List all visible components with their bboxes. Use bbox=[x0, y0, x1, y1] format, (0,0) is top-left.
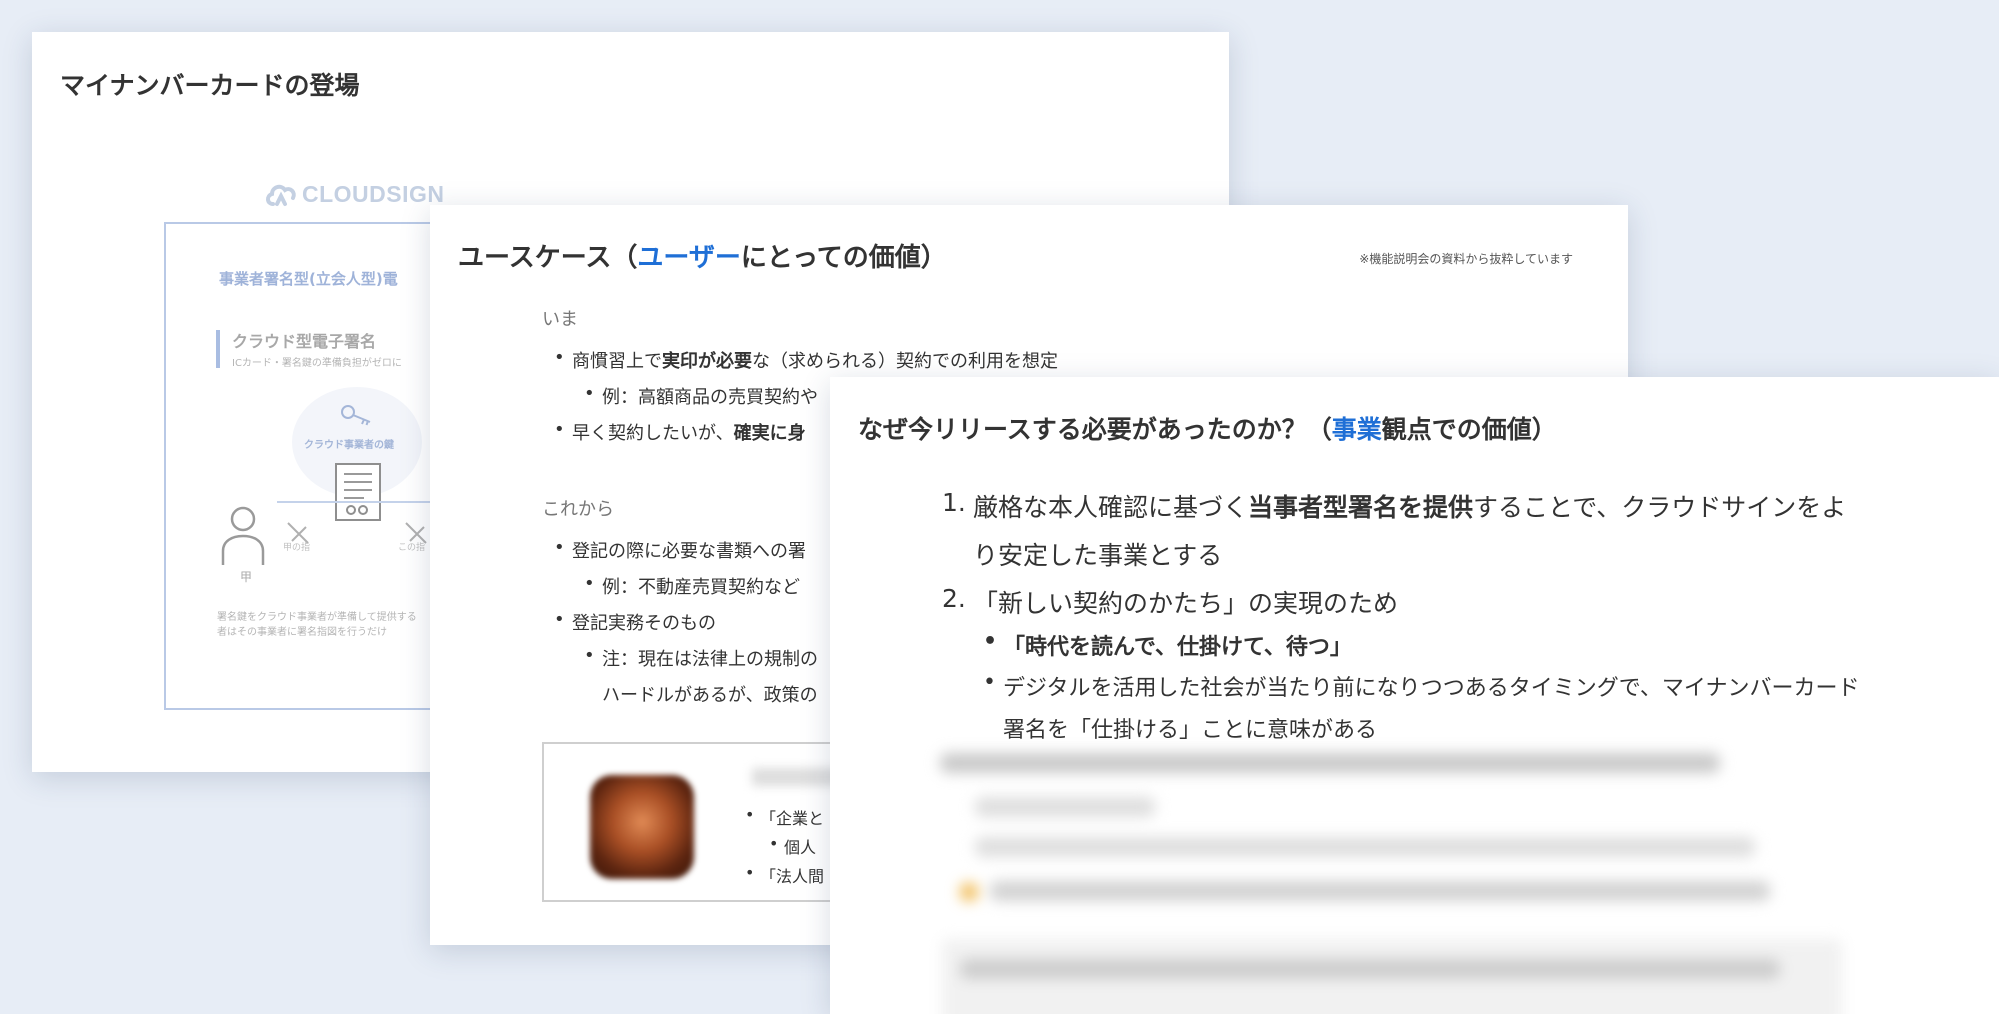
list-item: 商慣習上で実印が必要な（求められる）契約での利用を想定 bbox=[554, 347, 1058, 373]
title-highlight: 事業 bbox=[1331, 415, 1382, 444]
logo-text: CLOUDSIGN bbox=[302, 180, 445, 207]
diagram-note: ICカード・署名鍵の準備負担がゼロに bbox=[232, 358, 402, 369]
source-note: ※機能説明会の資料から抜粋しています bbox=[1359, 252, 1573, 266]
list-item: 早く契約したいが、確実に身 bbox=[554, 419, 806, 445]
key-icon bbox=[341, 405, 371, 426]
avatar bbox=[590, 775, 694, 879]
list-subitem: 例：高額商品の売買契約や bbox=[584, 383, 818, 409]
diagram-footer-line: 者はその事業者に署名指図を行うだけ bbox=[217, 627, 387, 638]
title-part: にとっての価値） bbox=[740, 243, 947, 273]
diagram-accent-bar bbox=[216, 330, 220, 368]
title-part: 観点での価値） bbox=[1381, 415, 1557, 444]
quote-subitem: 個人 bbox=[769, 834, 816, 858]
slide-title: ユースケース（ユーザーにとっての価値） bbox=[458, 237, 947, 274]
diagram-tag-right: この指 bbox=[398, 543, 426, 553]
cloudsign-logo: CLOUDSIGN bbox=[264, 177, 445, 211]
title-part: なぜ今リリースする必要があったのか？（ bbox=[858, 415, 1332, 444]
ordered-item-continuation: り安定した事業とする bbox=[973, 541, 1223, 570]
cloud-icon bbox=[266, 184, 296, 206]
list-number: 1. bbox=[942, 488, 966, 517]
title-part: ユースケース（ bbox=[458, 243, 638, 273]
document-icon bbox=[335, 463, 381, 521]
list-subitem-continuation: ハードルがあるが、政策の bbox=[602, 685, 818, 706]
person-icon bbox=[221, 506, 265, 565]
title-highlight: ユーザー bbox=[637, 243, 741, 273]
blurred-content bbox=[930, 747, 1842, 1014]
diagram-footer-line: 署名鍵をクラウド事業者が準備して提供する bbox=[217, 612, 417, 623]
quote-item: 「企業と bbox=[745, 805, 824, 829]
cloud-label: クラウド事業者の鍵 bbox=[304, 440, 394, 451]
diagram-tag-left: 甲の指 bbox=[283, 543, 311, 553]
diagram-heading: 事業者署名型(立会人型)電 bbox=[219, 270, 398, 288]
list-subitem: 例：不動産売買契約など bbox=[584, 573, 800, 599]
list-item: 登記の際に必要な書類への署 bbox=[554, 537, 806, 563]
list-item: 登記実務そのもの bbox=[554, 609, 716, 635]
section-label-now: いま bbox=[542, 309, 578, 330]
slide-business-value: なぜ今リリースする必要があったのか？（事業観点での価値） 1. 厳格な本人確認に… bbox=[830, 377, 1999, 1014]
list-subitem: 注：現在は法律上の規制の bbox=[584, 645, 818, 671]
diagram-footer: 署名鍵をクラウド事業者が準備して提供する 者はその事業者に署名指図を行うだけ bbox=[217, 610, 417, 640]
list-item: デジタルを活用した社会が当たり前になりつつあるタイミングで、マイナンバーカード bbox=[983, 670, 1859, 702]
ordered-item: 「新しい契約のかたち」の実現のため bbox=[973, 589, 1399, 618]
section-label-future: これから bbox=[542, 499, 614, 520]
diagram-subheading: クラウド型電子署名 bbox=[232, 332, 377, 351]
list-item: 「時代を読んで、仕掛けて、待つ」 bbox=[983, 629, 1352, 661]
list-item-continuation: 署名を「仕掛ける」ことに意味がある bbox=[1003, 718, 1378, 743]
person-label: 甲 bbox=[240, 570, 253, 584]
list-number: 2. bbox=[942, 584, 966, 613]
ordered-item: 厳格な本人確認に基づく当事者型署名を提供することで、クラウドサインをよ bbox=[973, 493, 1847, 522]
quote-item: 「法人間 bbox=[745, 863, 824, 887]
slide-title: マイナンバーカードの登場 bbox=[60, 71, 360, 100]
slide-title: なぜ今リリースする必要があったのか？（事業観点での価値） bbox=[858, 410, 1557, 446]
